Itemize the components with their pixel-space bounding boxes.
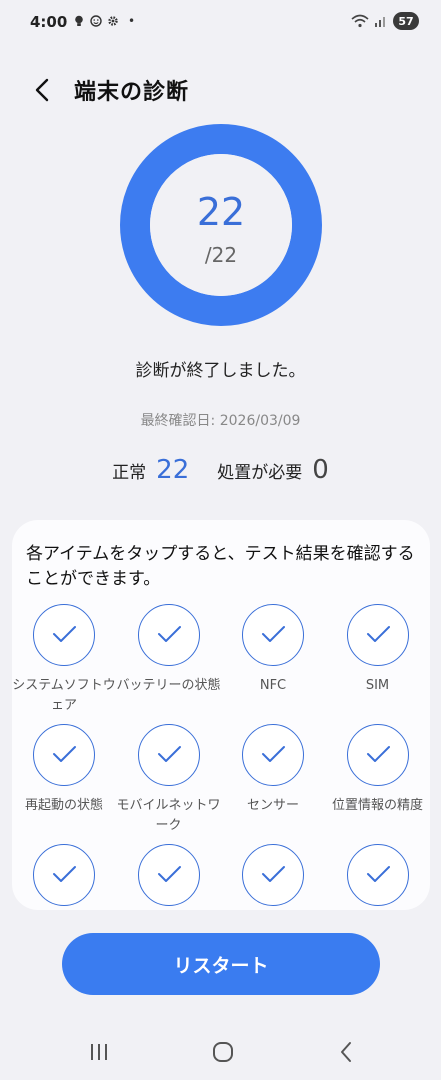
signal-icon: [375, 17, 385, 27]
check-circle: [346, 844, 409, 906]
test-item[interactable]: [326, 844, 430, 910]
check-circle: [33, 724, 95, 786]
test-item-label: NFC: [259, 678, 287, 693]
check-circle: [33, 604, 95, 666]
notification-icons: •: [73, 14, 135, 28]
test-item[interactable]: NFC: [221, 604, 325, 724]
face-icon: [90, 15, 102, 27]
check-circle: [346, 724, 409, 786]
action-needed-label: 処置が必要: [217, 463, 303, 483]
check-circle: [242, 724, 304, 786]
check-icon: [53, 746, 76, 762]
score-total: /22: [204, 243, 238, 267]
check-icon: [53, 626, 76, 642]
check-circle: [242, 844, 304, 906]
status-dot: •: [128, 14, 136, 28]
test-item-label: 位置情報の精度: [331, 798, 423, 813]
check-circle: [137, 724, 200, 786]
check-icon: [53, 866, 76, 882]
check-icon: [157, 746, 181, 762]
check-circle: [33, 844, 95, 906]
battery-indicator: 57: [393, 12, 419, 30]
score-value: 22: [196, 190, 246, 234]
check-circle: [137, 604, 200, 666]
check-icon: [366, 746, 390, 762]
test-item[interactable]: モバイルネットワーク: [117, 724, 221, 844]
check-circle: [137, 844, 200, 906]
test-item-label: SIM: [365, 678, 390, 693]
normal-label: 正常: [112, 463, 147, 483]
test-item[interactable]: システムソフトウェア: [12, 604, 116, 724]
test-item[interactable]: バッテリーの状態: [117, 604, 221, 724]
result-summary: 正常 22 処置が必要 0: [0, 455, 441, 485]
header: 端末の診断: [0, 68, 441, 112]
test-item[interactable]: センサー: [221, 724, 325, 844]
test-item[interactable]: 位置情報の精度: [326, 724, 430, 844]
check-icon: [262, 746, 285, 762]
test-item[interactable]: 再起動の状態: [12, 724, 116, 844]
wifi-icon: [351, 14, 369, 28]
last-check-date: 最終確認日: 2026/03/09: [140, 413, 301, 429]
card-instruction: 各アイテムをタップすると、テスト結果を確認することができます。: [26, 544, 415, 589]
page-title: 端末の診断: [74, 80, 190, 105]
check-icon: [262, 626, 285, 642]
back-nav-icon[interactable]: [332, 1038, 362, 1066]
recent-apps-icon[interactable]: [84, 1038, 114, 1066]
check-circle: [346, 604, 409, 666]
test-item-label: システムソフトウェア: [12, 678, 116, 713]
system-icons: 57: [351, 12, 419, 30]
check-icon: [366, 626, 390, 642]
test-item[interactable]: [117, 844, 221, 910]
chevron-left-icon[interactable]: [28, 75, 58, 105]
test-item-label: モバイルネットワーク: [116, 798, 221, 833]
normal-count: 22: [156, 455, 190, 485]
test-item-label: 再起動の状態: [24, 798, 103, 813]
check-icon: [262, 866, 285, 882]
navigation-bar: [0, 1030, 441, 1074]
action-needed-count: 0: [312, 455, 329, 485]
check-icon: [157, 626, 181, 642]
test-item[interactable]: [221, 844, 325, 910]
check-icon: [366, 866, 390, 882]
test-item[interactable]: [12, 844, 116, 910]
check-circle: [242, 604, 304, 666]
status-bar: 4:00 • 57: [0, 0, 441, 46]
check-icon: [157, 866, 181, 882]
test-item[interactable]: SIM: [326, 604, 430, 724]
bulb-icon: [75, 15, 83, 26]
gear-icon: [108, 16, 118, 26]
done-message: 診断が終了しました。: [135, 361, 306, 381]
status-time: 4:00: [30, 13, 68, 31]
home-icon[interactable]: [208, 1038, 238, 1066]
test-item-label: センサー: [246, 798, 299, 813]
restart-button[interactable]: リスタート: [62, 933, 380, 995]
test-item-label: バッテリーの状態: [116, 678, 221, 693]
results-card: 各アイテムをタップすると、テスト結果を確認することができます。 システムソフトウ…: [12, 520, 430, 910]
